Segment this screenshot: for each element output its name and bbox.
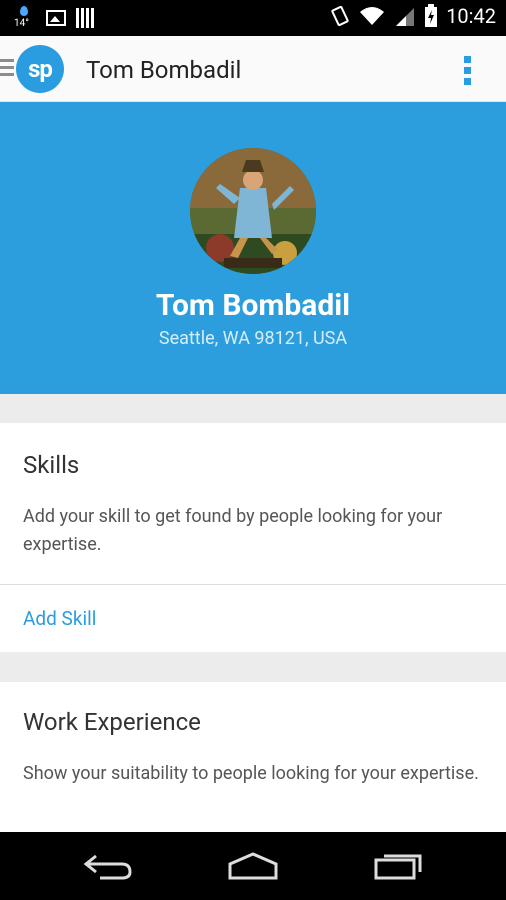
wifi-icon: [360, 7, 385, 25]
back-icon[interactable]: [82, 852, 134, 882]
work-experience-title: Work Experience: [23, 708, 201, 736]
status-bar: 14° 10:42: [0, 0, 506, 36]
divider: [0, 584, 506, 585]
vibrate-icon: [331, 5, 349, 27]
weather-icon: 14°: [12, 6, 36, 30]
recent-apps-icon[interactable]: [372, 850, 426, 882]
home-icon[interactable]: [226, 850, 280, 882]
add-skill-button[interactable]: Add Skill: [23, 607, 96, 630]
profile-name: Tom Bombadil: [155, 288, 351, 323]
skills-title: Skills: [23, 451, 80, 479]
profile-location: Seattle, WA 98121, USA: [158, 328, 348, 349]
app-bar: sp Tom Bombadil: [0, 36, 506, 102]
clock-time: 10:42: [446, 4, 496, 28]
skills-description: Add your skill to get found by people lo…: [23, 506, 443, 555]
temperature-text: 14°: [14, 18, 29, 29]
signal-icon: [396, 8, 415, 26]
menu-icon[interactable]: [0, 59, 14, 79]
page-title: Tom Bombadil: [86, 56, 242, 84]
section-spacer: [0, 394, 506, 423]
system-nav-bar: [0, 832, 506, 900]
work-experience-card: Work Experience Show your suitability to…: [0, 682, 506, 832]
work-experience-description: Show your suitability to people looking …: [23, 763, 479, 784]
profile-header: Tom Bombadil Seattle, WA 98121, USA: [0, 102, 506, 394]
app-logo[interactable]: sp: [16, 45, 64, 93]
battery-charging-icon: [425, 4, 438, 27]
section-spacer: [0, 652, 506, 682]
overflow-menu-icon[interactable]: [464, 56, 472, 86]
skills-card: Skills Add your skill to get found by pe…: [0, 423, 506, 652]
avatar[interactable]: [190, 148, 316, 274]
image-notification-icon: [46, 10, 66, 26]
barcode-notification-icon: [76, 8, 94, 28]
